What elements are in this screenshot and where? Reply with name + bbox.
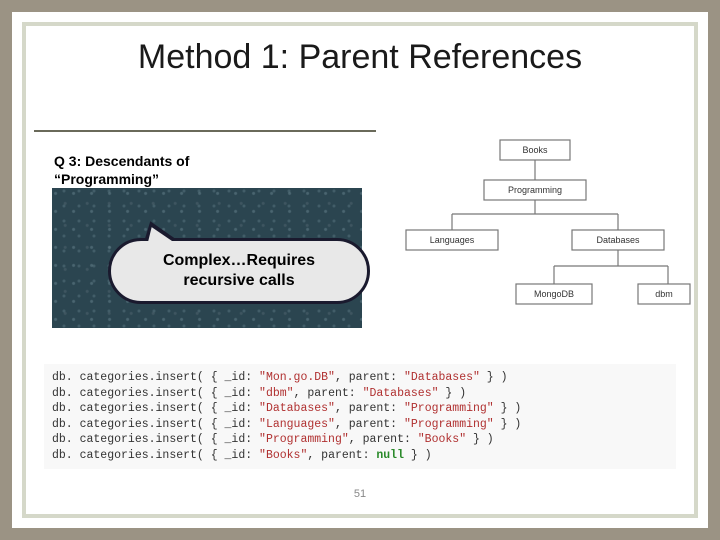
tree-gc-0: Languages bbox=[430, 235, 475, 245]
callout-bubble: Complex…Requires recursive calls bbox=[108, 238, 370, 304]
slide: Method 1: Parent References Q 3: Descend… bbox=[12, 12, 708, 528]
question-label: Q 3: Descendants of “Programming” bbox=[54, 152, 189, 188]
tree-root: Books bbox=[522, 145, 548, 155]
question-line1: Q 3: Descendants of bbox=[54, 153, 189, 169]
tree-leaf-0: MongoDB bbox=[534, 289, 574, 299]
question-line2: “Programming” bbox=[54, 171, 159, 187]
tree-leaf-1: dbm bbox=[655, 289, 673, 299]
callout-line1: Complex…Requires bbox=[163, 252, 315, 269]
tree-child: Programming bbox=[508, 185, 562, 195]
tree-diagram: Books Programming Languages Databases Mo… bbox=[376, 128, 694, 342]
callout-text: Complex…Requires recursive calls bbox=[163, 251, 315, 291]
page-number: 51 bbox=[12, 488, 708, 500]
tree-gc-1: Databases bbox=[596, 235, 640, 245]
code-block: db. categories.insert( { _id: "Mon.go.DB… bbox=[44, 364, 676, 469]
callout-pointer-fill bbox=[144, 224, 176, 248]
slide-title: Method 1: Parent References bbox=[12, 38, 708, 77]
callout-line2: recursive calls bbox=[183, 272, 294, 289]
